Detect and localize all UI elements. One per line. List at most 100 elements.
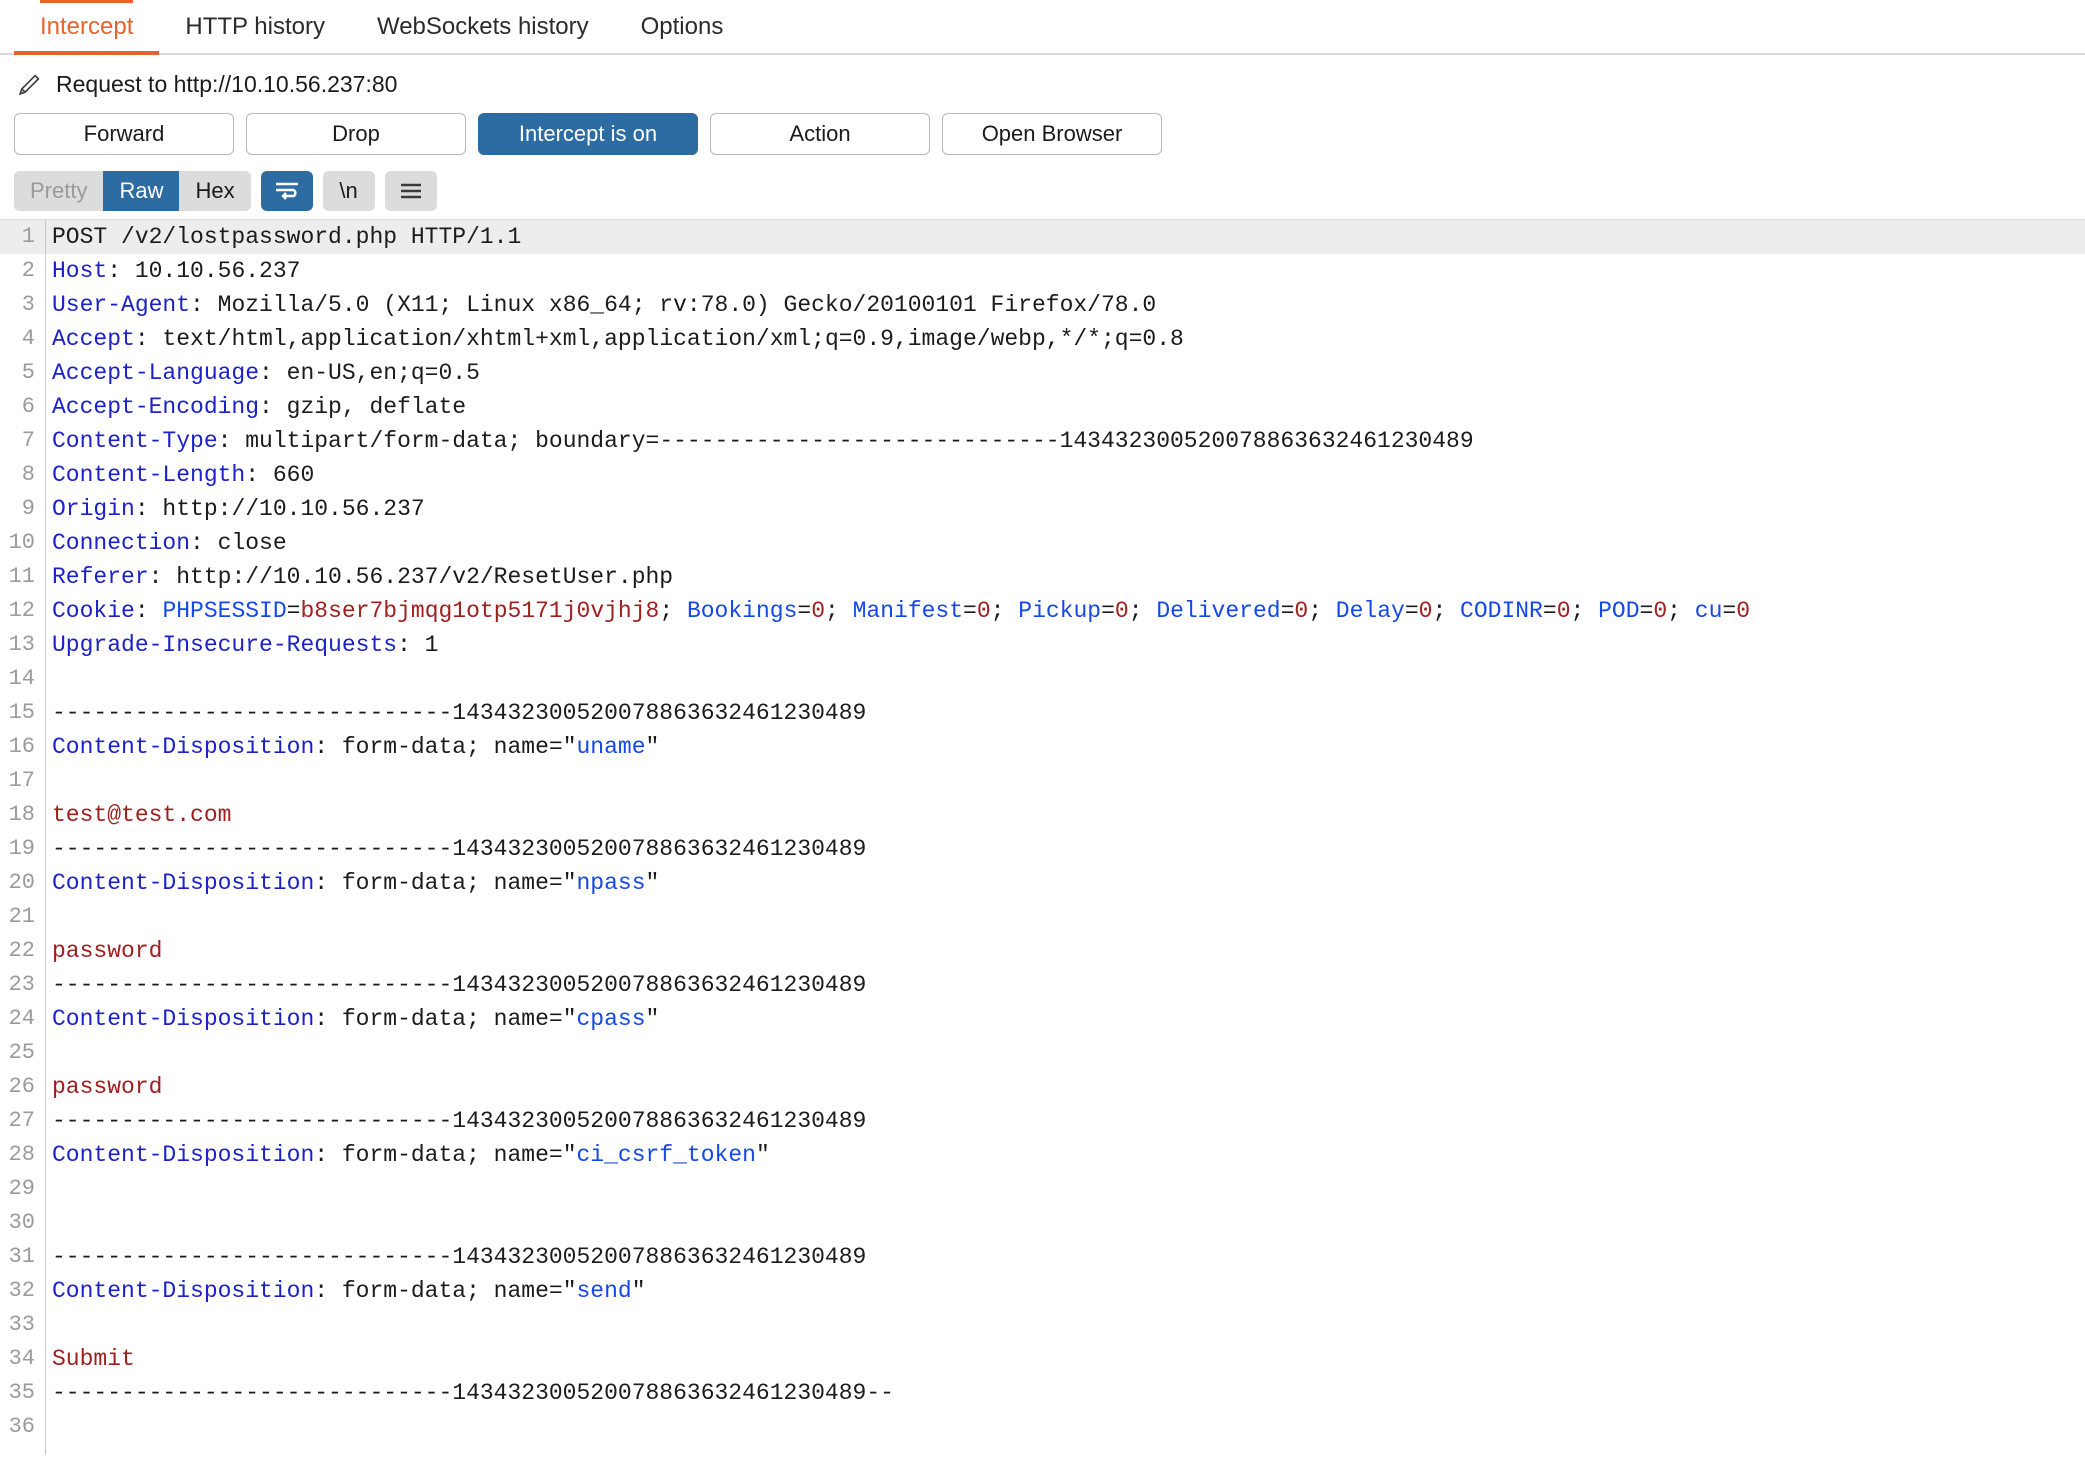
- line-number: 9: [21, 496, 35, 521]
- code-token: ;: [1667, 598, 1695, 624]
- code-token: ci_csrf_token: [576, 1142, 756, 1168]
- code-token: : form-data; name=": [314, 1142, 577, 1168]
- code-token: Upgrade-Insecure-Requests: [52, 632, 398, 658]
- code-line: 22 password: [0, 934, 2085, 968]
- line-number: 20: [8, 870, 35, 895]
- code-token: ;: [990, 598, 1019, 624]
- code-token: Submit: [52, 1346, 135, 1372]
- tab-intercept[interactable]: Intercept: [14, 0, 160, 55]
- line-number: 10: [8, 530, 35, 555]
- code-line-content: password: [44, 1070, 162, 1104]
- code-token: : en-US,en;q=0.5: [259, 360, 480, 386]
- line-number: 8: [21, 462, 35, 487]
- code-token: =: [1722, 598, 1737, 624]
- code-line: 33: [0, 1308, 2085, 1342]
- line-number: 28: [8, 1142, 35, 1167]
- code-token: : close: [190, 530, 287, 556]
- code-token: ;: [1432, 598, 1461, 624]
- open-browser-button[interactable]: Open Browser: [942, 113, 1162, 155]
- code-line: 21: [0, 900, 2085, 934]
- raw-request-editor[interactable]: 1 POST /v2/lostpassword.php HTTP/1.1 2 Host…: [0, 220, 2085, 1455]
- view-mode-raw[interactable]: Raw: [103, 171, 180, 211]
- gutter-divider: [45, 220, 46, 1455]
- code-token: : multipart/form-data; boundary=--------…: [217, 428, 1474, 454]
- line-number: 3: [21, 292, 35, 317]
- code-line-content: Submit: [44, 1342, 135, 1376]
- code-token: Content-Disposition: [52, 1278, 315, 1304]
- code-token: Host: [52, 258, 108, 284]
- hamburger-menu-icon[interactable]: [384, 171, 437, 211]
- line-number: 18: [8, 802, 35, 827]
- code-line-content: -----------------------------14343230052…: [44, 832, 866, 866]
- code-token: : http://10.10.56.237: [134, 496, 425, 522]
- tab-websockets-history-label: WebSockets history: [376, 12, 589, 40]
- line-number: 27: [8, 1108, 35, 1133]
- code-token: Origin: [52, 496, 135, 522]
- tab-http-history[interactable]: HTTP history: [159, 0, 351, 53]
- code-token: 0: [1556, 598, 1571, 624]
- code-line: 4 Accept: text/html,application/xhtml+xml…: [0, 322, 2085, 356]
- code-token: Pickup: [1018, 598, 1102, 624]
- action-button[interactable]: Action: [710, 113, 930, 155]
- show-newlines-button[interactable]: \n: [322, 171, 375, 211]
- code-token: password: [52, 1074, 163, 1100]
- code-token: ": [631, 1278, 646, 1304]
- word-wrap-glyph: [275, 182, 298, 200]
- code-line: 3 User-Agent: Mozilla/5.0 (X11; Linux x86…: [0, 288, 2085, 322]
- code-token: -----------------------------14343230052…: [52, 836, 867, 862]
- line-number: 21: [8, 904, 35, 929]
- request-title: Request to http://10.10.56.237:80: [56, 70, 398, 97]
- code-token: 0: [811, 598, 825, 624]
- code-token: =: [1639, 598, 1654, 624]
- code-line: 31 -----------------------------143432300…: [0, 1240, 2085, 1274]
- code-line-content: POST /v2/lostpassword.php HTTP/1.1: [44, 220, 521, 254]
- code-token: Delivered: [1156, 598, 1281, 624]
- code-line: 20 Content-Disposition: form-data; name="…: [0, 866, 2085, 900]
- intercept-toggle-button[interactable]: Intercept is on: [478, 113, 698, 155]
- line-number: 5: [21, 360, 35, 385]
- code-line-content: Upgrade-Insecure-Requests: 1: [44, 628, 438, 662]
- code-line: 35 -----------------------------143432300…: [0, 1376, 2085, 1410]
- tab-options-label: Options: [640, 12, 724, 40]
- code-line-content: -----------------------------14343230052…: [44, 1240, 866, 1274]
- code-token: password: [52, 938, 163, 964]
- code-token: =: [1542, 598, 1557, 624]
- code-line-content: Content-Type: multipart/form-data; bound…: [44, 424, 1474, 458]
- code-line: 32 Content-Disposition: form-data; name="…: [0, 1274, 2085, 1308]
- word-wrap-icon[interactable]: [260, 171, 313, 211]
- code-token: Accept: [52, 326, 135, 352]
- forward-button[interactable]: Forward: [14, 113, 234, 155]
- code-token: =: [1280, 598, 1295, 624]
- code-token: POD: [1598, 598, 1640, 624]
- line-number: 34: [8, 1346, 35, 1371]
- code-line: 18 test@test.com: [0, 798, 2085, 832]
- view-mode-hex[interactable]: Hex: [179, 171, 251, 211]
- code-token: Accept-Language: [52, 360, 260, 386]
- code-line: 28 Content-Disposition: form-data; name="…: [0, 1138, 2085, 1172]
- tab-options[interactable]: Options: [615, 0, 750, 53]
- code-line-content: Host: 10.10.56.237: [44, 254, 300, 288]
- code-token: =: [286, 598, 301, 624]
- tab-websockets-history[interactable]: WebSockets history: [351, 0, 615, 53]
- line-number: 29: [8, 1176, 35, 1201]
- line-number: 13: [8, 632, 35, 657]
- code-line-content: Content-Disposition: form-data; name="se…: [44, 1274, 646, 1308]
- code-token: 0: [1294, 598, 1309, 624]
- code-line: 30: [0, 1206, 2085, 1240]
- drop-button[interactable]: Drop: [246, 113, 466, 155]
- code-token: : form-data; name=": [314, 734, 577, 760]
- proxy-tab-bar: Intercept HTTP history WebSockets histor…: [0, 0, 2085, 55]
- code-line-content: -----------------------------14343230052…: [44, 968, 866, 1002]
- code-token: ;: [1128, 598, 1157, 624]
- line-number: 15: [8, 700, 35, 725]
- line-number: 11: [8, 564, 35, 589]
- code-line: 5 Accept-Language: en-US,en;q=0.5: [0, 356, 2085, 390]
- code-token: 0: [1736, 598, 1750, 624]
- code-line-content: Origin: http://10.10.56.237: [44, 492, 425, 526]
- code-token: Content-Disposition: [52, 1142, 315, 1168]
- code-line: 17: [0, 764, 2085, 798]
- view-mode-pretty[interactable]: Pretty: [14, 171, 104, 211]
- code-line-content: Accept-Language: en-US,en;q=0.5: [44, 356, 480, 390]
- code-token: send: [576, 1278, 632, 1304]
- code-token: ": [645, 870, 660, 896]
